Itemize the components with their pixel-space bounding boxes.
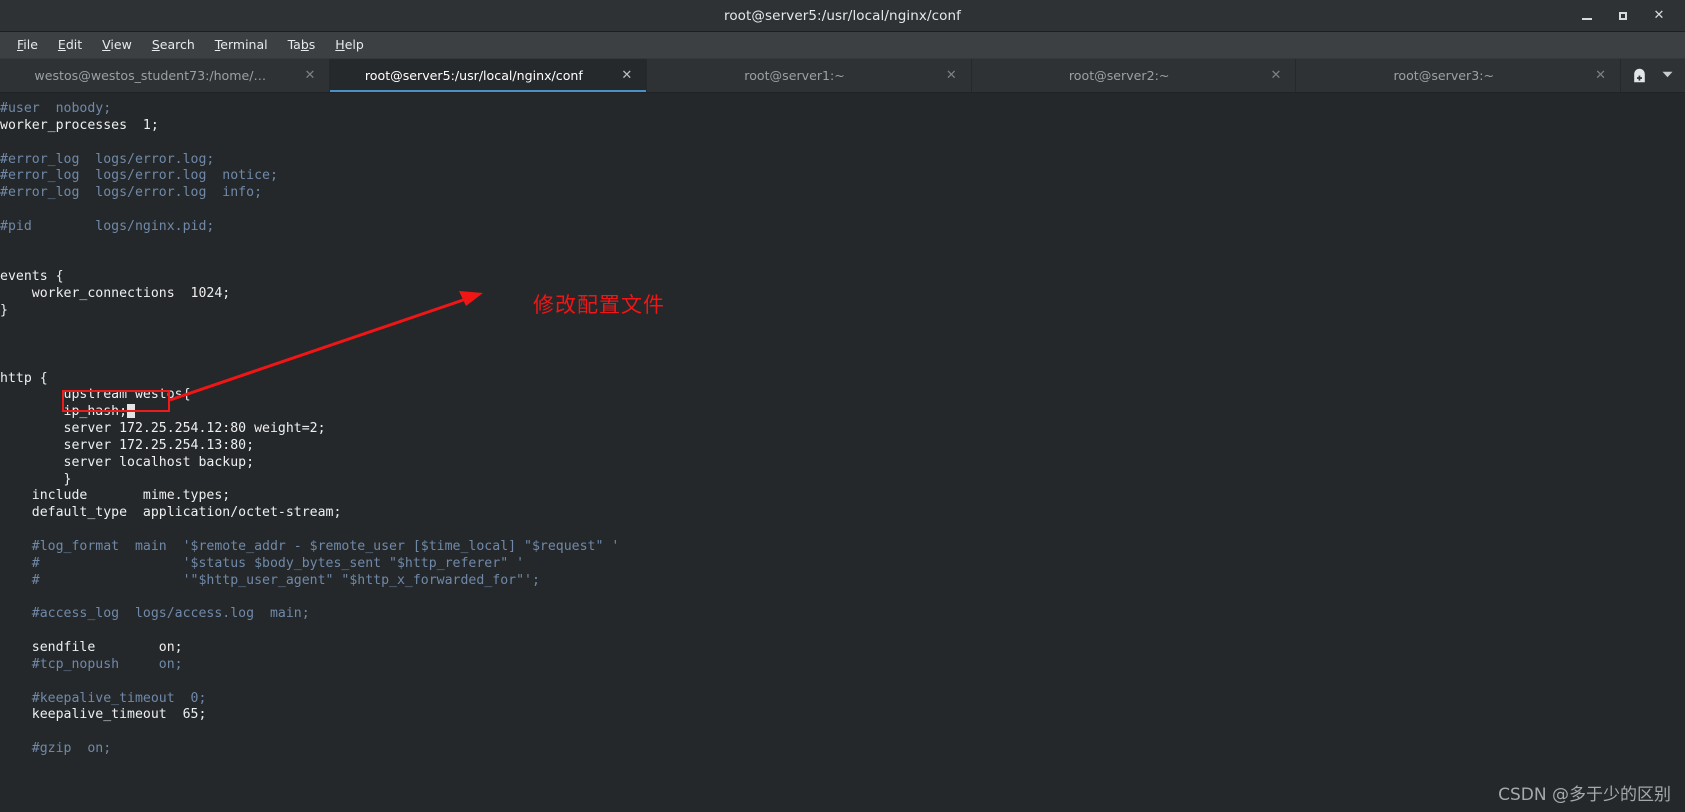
terminal-line: #pid logs/nginx.pid; [0,218,215,234]
tab-server1[interactable]: root@server1:~ ✕ [647,59,972,92]
window-title: root@server5:/usr/local/nginx/conf [723,7,962,24]
tab-label: root@server3:~ [1393,68,1495,83]
menu-tabs[interactable]: Tabs [278,34,326,56]
maximize-button[interactable] [1615,8,1631,24]
close-icon: ✕ [1653,8,1665,23]
tab-close-icon[interactable]: ✕ [1595,69,1606,82]
tab-close-icon[interactable]: ✕ [621,69,632,82]
minimize-button[interactable] [1579,8,1595,24]
window-controls: ✕ [1579,0,1677,31]
terminal-line: http { [0,370,48,386]
menu-help-mnemonic: H [335,37,345,52]
terminal-line: sendfile on; [0,640,183,655]
terminal-line: server localhost backup; [0,454,255,470]
title-bar: root@server5:/usr/local/nginx/conf ✕ [0,0,1685,32]
terminal-line: #error_log logs/error.log info; [0,185,263,201]
csdn-watermark: CSDN @多于少的区别 [1498,785,1671,805]
tab-bar-actions [1621,59,1685,92]
terminal-line: #log_format main '$remote_addr - $remote… [0,538,620,554]
terminal-line: worker_processes 1; [0,117,159,133]
terminal-line: #tcp_nopush on; [0,656,183,672]
tab-server3[interactable]: root@server3:~ ✕ [1296,59,1621,92]
terminal-line: server 172.25.254.13:80; [0,437,255,453]
tab-label: root@server2:~ [1068,68,1170,83]
menu-help-rest: elp [344,37,364,52]
text-cursor [127,404,136,419]
terminal-content[interactable]: #user nobody; worker_processes 1; #error… [0,93,1685,812]
menu-terminal[interactable]: Terminal [205,34,278,56]
nginx-conf-text: #user nobody; worker_processes 1; #error… [0,101,619,758]
terminal-line: include mime.types; [0,488,231,504]
menu-file-rest: ile [23,37,38,52]
menu-tabs-rest: s [308,37,316,52]
terminal-line: keepalive_timeout 65; [0,707,207,723]
menu-view[interactable]: View [92,34,142,56]
menu-tabs-mnemonic: b [300,37,309,52]
menu-search[interactable]: Search [142,34,205,56]
menu-view-rest: iew [110,37,132,52]
terminal-line: # '"$http_user_agent" "$http_x_forwarded… [0,572,540,588]
menu-help[interactable]: Help [325,34,374,56]
menu-bar: File Edit View Search Terminal Tabs Help [0,32,1685,59]
terminal-line: } [0,303,8,319]
terminal-line: #keepalive_timeout 0; [0,690,207,706]
menu-edit[interactable]: Edit [48,34,92,56]
terminal-line: #user nobody; [0,101,112,116]
maximize-icon [1619,11,1627,20]
tab-bar: westos@westos_student73:/home/… ✕ root@s… [0,59,1685,93]
terminal-line: default_type application/octet-stream; [0,505,342,521]
terminal-line: #access_log logs/access.log main; [0,606,310,622]
menu-tabs-pre: Ta [287,37,301,52]
menu-search-rest: earch [159,37,195,52]
menu-edit-mnemonic: E [57,37,66,52]
terminal-window: root@server5:/usr/local/nginx/conf ✕ Fil… [0,0,1685,812]
menu-terminal-rest: erminal [220,37,268,52]
tab-server5-nginx-conf[interactable]: root@server5:/usr/local/nginx/conf ✕ [330,59,648,92]
terminal-line: #gzip on; [0,741,112,757]
terminal-line: # '$status $body_bytes_sent "$http_refer… [0,555,525,571]
terminal-line: events { [0,269,64,285]
tab-close-icon[interactable]: ✕ [1271,69,1282,82]
terminal-line: #error_log logs/error.log notice; [0,168,278,184]
terminal-line: upstream westos{ [0,387,191,403]
terminal-line: ip_hash; [0,404,128,420]
tab-label: root@server5:/usr/local/nginx/conf [364,68,583,83]
terminal-line: server 172.25.254.12:80 weight=2; [0,421,326,437]
tab-close-icon[interactable]: ✕ [946,69,957,82]
menu-search-mnemonic: S [151,37,160,52]
terminal-line: #error_log logs/error.log; [0,151,215,167]
chevron-down-icon[interactable] [1662,71,1673,81]
new-tab-icon[interactable] [1631,67,1648,84]
tab-westos-student73[interactable]: westos@westos_student73:/home/… ✕ [0,59,331,92]
menu-file[interactable]: File [7,34,48,56]
tab-label: root@server1:~ [744,68,845,83]
close-button[interactable]: ✕ [1651,8,1667,24]
minimize-icon [1582,17,1592,20]
tab-close-icon[interactable]: ✕ [305,69,316,82]
terminal-line: } [0,471,72,487]
menu-edit-rest: dit [65,37,83,52]
terminal-line: worker_connections 1024; [0,286,231,302]
tab-server2[interactable]: root@server2:~ ✕ [971,59,1297,92]
tab-label: westos@westos_student73:/home/… [34,68,267,83]
